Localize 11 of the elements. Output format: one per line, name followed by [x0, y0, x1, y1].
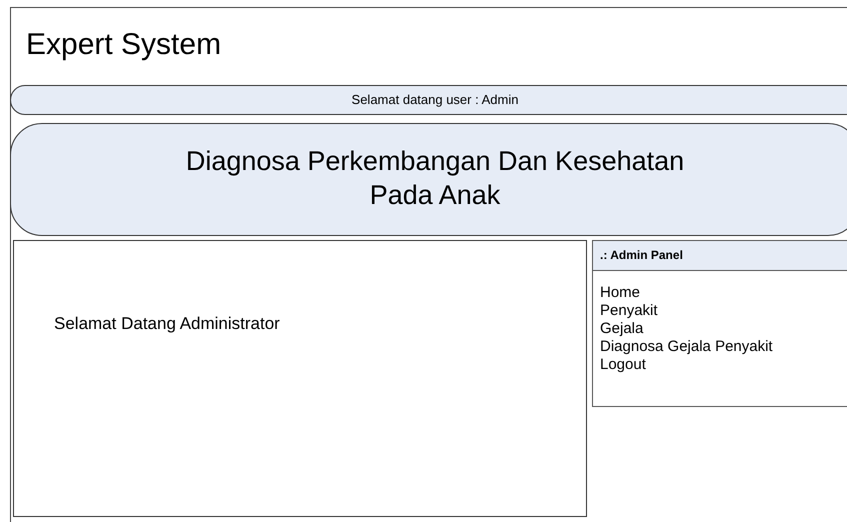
menu-link[interactable]: Home: [600, 284, 640, 302]
menu-link[interactable]: Logout: [600, 356, 646, 374]
panel-title: .: Admin Panel: [593, 241, 847, 271]
welcome-message: Selamat Datang Administrator: [54, 314, 280, 334]
welcome-bar: Selamat datang user : Admin: [10, 85, 847, 115]
menu-link[interactable]: Penyakit: [600, 302, 658, 320]
menu-link[interactable]: Gejala: [600, 320, 644, 338]
menu-link[interactable]: Diagnosa Gejala Penyakit: [600, 338, 773, 356]
banner-title: Diagnosa Perkembangan Dan Kesehatan: [186, 144, 684, 178]
app-title: Expert System: [25, 27, 222, 63]
banner-title: Pada Anak: [370, 178, 500, 212]
